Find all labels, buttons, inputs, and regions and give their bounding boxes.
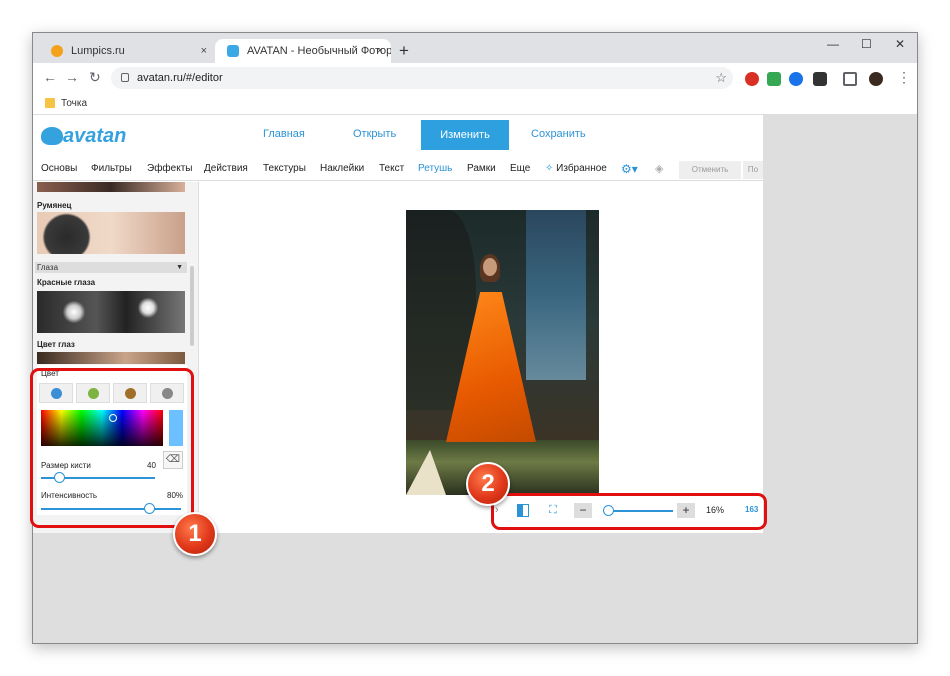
- close-window-button[interactable]: ✕: [895, 37, 905, 51]
- panel-scrollbar[interactable]: [190, 266, 194, 346]
- red-eyes-label: Красные глаза: [37, 278, 96, 287]
- nav-save[interactable]: Сохранить: [531, 128, 586, 140]
- avatan-logo[interactable]: avatan: [41, 123, 133, 151]
- favorites-label: Избранное: [556, 163, 607, 174]
- eye-color-label: Цвет глаз: [37, 340, 75, 349]
- photo-face: [483, 258, 497, 276]
- menu-basics[interactable]: Основы: [41, 163, 77, 174]
- extension-icon[interactable]: [789, 72, 803, 86]
- close-tab-icon[interactable]: ×: [201, 39, 207, 63]
- browser-toolbar: ← → ↻ avatan.ru/#/editor ☆ ⋮: [33, 63, 917, 93]
- new-tab-button[interactable]: +: [399, 41, 409, 61]
- callout-badge-2: 2: [466, 462, 510, 506]
- photo-waterfall: [526, 210, 586, 380]
- url-text: avatan.ru/#/editor: [137, 72, 223, 84]
- blush-thumbnail[interactable]: [37, 212, 185, 254]
- eye-color-thumbnail[interactable]: [37, 352, 185, 364]
- nav-home[interactable]: Главная: [263, 128, 305, 140]
- logo-text: avatan: [63, 125, 127, 147]
- avatan-favicon-icon: [227, 45, 239, 57]
- back-button[interactable]: ←: [43, 69, 57, 85]
- eyes-section-header[interactable]: Глаза ▼: [35, 262, 187, 273]
- menu-text[interactable]: Текст: [379, 163, 404, 174]
- folder-icon: [45, 98, 55, 108]
- tab-title: Lumpics.ru: [71, 45, 125, 57]
- reading-list-icon[interactable]: [843, 72, 857, 86]
- menu-effects[interactable]: Эффекты: [147, 163, 192, 174]
- lock-icon: [121, 73, 129, 82]
- tab-lumpics[interactable]: Lumpics.ru ×: [39, 39, 215, 63]
- menu-stickers[interactable]: Наклейки: [320, 163, 364, 174]
- edited-photo[interactable]: [406, 210, 599, 495]
- minimize-button[interactable]: —: [827, 37, 839, 51]
- tab-bar: Lumpics.ru × AVATAN - Необычный Фоторед …: [33, 33, 917, 63]
- bookmark-star-icon[interactable]: ☆: [715, 67, 727, 89]
- callout-badge-1: 1: [173, 512, 217, 556]
- forward-button[interactable]: →: [65, 69, 79, 85]
- lumpics-favicon-icon: [51, 45, 63, 57]
- address-bar[interactable]: avatan.ru/#/editor ☆: [111, 67, 733, 89]
- menu-frames[interactable]: Рамки: [467, 163, 496, 174]
- layers-icon[interactable]: ◈: [655, 162, 663, 175]
- favorites-button[interactable]: ✧ Избранное: [545, 163, 607, 174]
- tab-avatan[interactable]: AVATAN - Необычный Фоторед ×: [215, 39, 391, 63]
- menu-actions[interactable]: Действия: [204, 163, 248, 174]
- effect-thumbnail[interactable]: [37, 182, 185, 192]
- red-eyes-thumbnail[interactable]: [37, 291, 185, 333]
- menu-icon[interactable]: ⋮: [897, 69, 911, 86]
- tool-menu: Основы Фильтры Эффекты Действия Текстуры…: [33, 157, 763, 181]
- avatar[interactable]: [869, 72, 883, 86]
- star-icon: ✧: [545, 163, 554, 174]
- extension-icon[interactable]: [813, 72, 827, 86]
- close-tab-icon[interactable]: ×: [377, 39, 383, 63]
- menu-textures[interactable]: Текстуры: [263, 163, 306, 174]
- whale-icon: [41, 127, 63, 145]
- highlight-box-2: [491, 493, 767, 530]
- bookmarks-bar: Точка: [33, 93, 917, 115]
- tab-title: AVATAN - Необычный Фоторед: [247, 45, 391, 57]
- browser-window: Lumpics.ru × AVATAN - Необычный Фоторед …: [32, 32, 918, 644]
- highlight-box-1: [30, 368, 194, 528]
- menu-filters[interactable]: Фильтры: [91, 163, 132, 174]
- nav-edit[interactable]: Изменить: [421, 120, 509, 150]
- maximize-button[interactable]: ☐: [861, 37, 872, 51]
- menu-more[interactable]: Еще: [510, 163, 530, 174]
- chevron-down-icon: ▼: [176, 264, 183, 271]
- redo-button[interactable]: По: [743, 161, 763, 179]
- reload-button[interactable]: ↻: [89, 69, 101, 86]
- undo-button[interactable]: Отменить: [679, 161, 741, 179]
- bookmark-item[interactable]: Точка: [61, 98, 87, 109]
- menu-retouch[interactable]: Ретушь: [418, 163, 452, 174]
- settings-gear-icon[interactable]: ⚙▾: [621, 162, 638, 176]
- extension-icon[interactable]: [745, 72, 759, 86]
- extension-icon[interactable]: [767, 72, 781, 86]
- nav-open[interactable]: Открыть: [353, 128, 396, 140]
- eyes-section-label: Глаза: [37, 263, 59, 272]
- blush-label: Румянец: [37, 201, 72, 210]
